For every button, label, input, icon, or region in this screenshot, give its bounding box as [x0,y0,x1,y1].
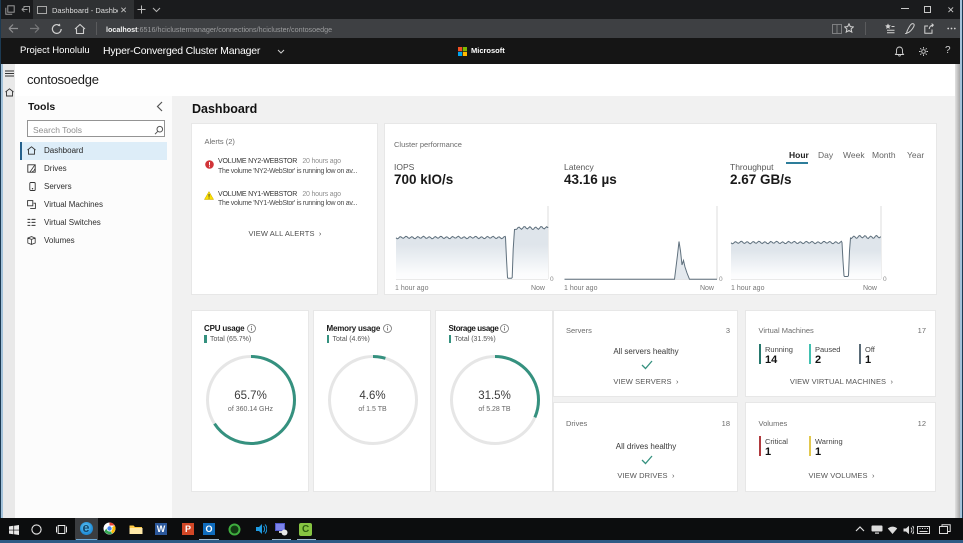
svg-text:1 hour ago: 1 hour ago [395,285,429,292]
svg-text:0: 0 [550,276,554,283]
svg-text:1 hour ago: 1 hour ago [564,285,598,292]
svg-text:0: 0 [883,276,887,283]
svg-text:Now: Now [531,285,546,292]
svg-text:0: 0 [719,276,723,283]
svg-text:Now: Now [700,285,715,292]
svg-text:1 hour ago: 1 hour ago [731,285,765,292]
svg-text:Now: Now [863,285,878,292]
